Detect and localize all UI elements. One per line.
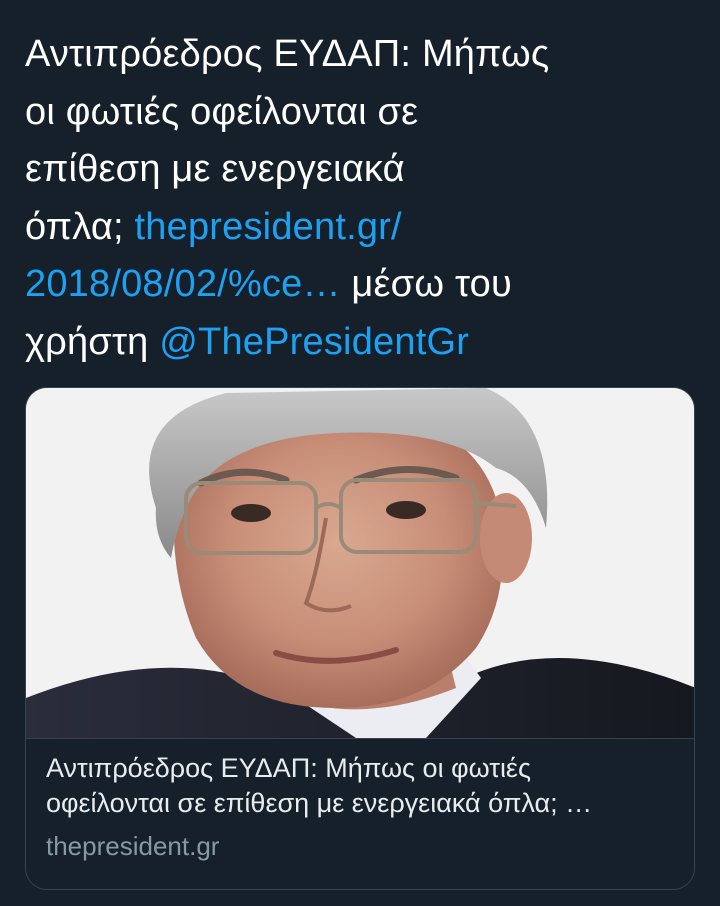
tweet-text-line: οι φωτιές οφείλονται σε [25, 90, 419, 133]
tweet-via-text: χρήστη [25, 320, 160, 363]
tweet-via-text: μέσω του [340, 263, 512, 305]
card-domain: thepresident.gr [46, 831, 220, 861]
card-title: Αντιπρόεδρος ΕΥΔΑΠ: Μήπως οι φωτιές οφεί… [46, 751, 678, 821]
card-meta: Αντιπρόεδρος ΕΥΔΑΠ: Μήπως οι φωτιές οφεί… [26, 738, 694, 889]
tweet-link-part: thepresident.gr/ [134, 205, 402, 248]
card-title-line: Αντιπρόεδρος ΕΥΔΑΠ: Μήπως οι φωτιές [46, 753, 531, 783]
tweet-text-line: Αντιπρόεδρος ΕΥΔΑΠ: Μήπως [25, 33, 550, 75]
tweet-text-line: επίθεση με ενεργειακά [25, 148, 405, 190]
tweet-mention-link[interactable]: @ThePresidentGr [159, 321, 469, 363]
link-preview-card[interactable]: Αντιπρόεδρος ΕΥΔΑΠ: Μήπως οι φωτιές οφεί… [25, 387, 695, 890]
tweet-text-line: όπλα; [25, 205, 135, 248]
tweet-text: Αντιπρόεδρος ΕΥΔΑΠ: Μήπως οι φωτιές οφεί… [25, 26, 705, 371]
card-title-line: οφείλονται σε επίθεση με ενεργειακά όπλα… [46, 788, 593, 818]
card-image [26, 388, 694, 738]
tweet-link-part: 2018/08/02/%ce… [25, 263, 341, 305]
portrait-photo [26, 388, 694, 738]
